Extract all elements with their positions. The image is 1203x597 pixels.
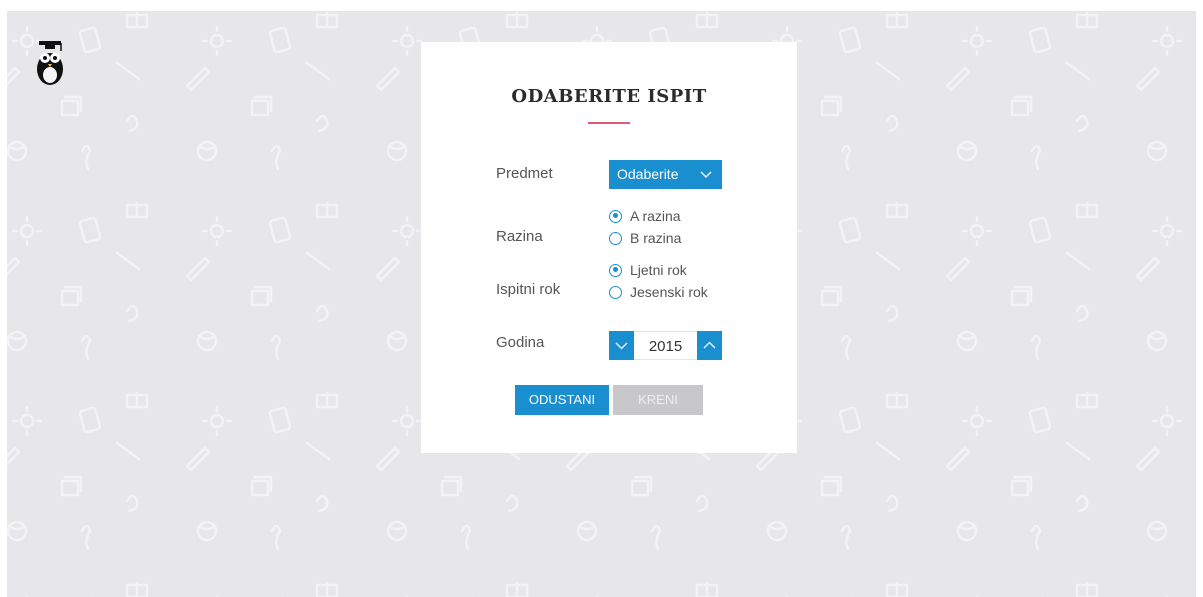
term-option-autumn[interactable]: Jesenski rok [609, 283, 708, 301]
radio-unchecked-icon [609, 285, 622, 299]
level-option-b[interactable]: B razina [609, 229, 681, 247]
year-increment-button[interactable] [697, 331, 722, 360]
year-decrement-button[interactable] [609, 331, 634, 360]
year-stepper: 2015 [609, 331, 722, 360]
start-button[interactable]: KRENI [613, 385, 703, 415]
radio-unchecked-icon [609, 231, 622, 245]
owl-logo-icon[interactable] [35, 41, 65, 87]
level-label: Razina [496, 228, 543, 245]
radio-checked-icon [609, 209, 622, 223]
chevron-down-icon [700, 171, 712, 178]
subject-select-value: Odaberite [617, 166, 679, 182]
term-label: Ispitni rok [496, 281, 561, 298]
chevron-up-icon [703, 341, 716, 349]
term-option-summer[interactable]: Ljetni rok [609, 261, 687, 279]
subject-label: Predmet [496, 165, 553, 182]
subject-select[interactable]: Odaberite [609, 160, 722, 189]
term-option-summer-label: Ljetni rok [630, 262, 687, 278]
chevron-down-icon [615, 342, 628, 350]
level-option-b-label: B razina [630, 230, 682, 246]
dialog-title: ODABERITE ISPIT [511, 86, 707, 107]
radio-checked-icon [609, 263, 622, 277]
cancel-button[interactable]: ODUSTANI [515, 385, 609, 415]
level-option-a[interactable]: A razina [609, 207, 681, 225]
level-option-a-label: A razina [630, 208, 681, 224]
exam-selection-dialog: ODABERITE ISPIT Predmet Odaberite Razina… [421, 42, 797, 453]
year-value[interactable]: 2015 [634, 331, 697, 360]
year-label: Godina [496, 334, 545, 351]
page-background: ODABERITE ISPIT Predmet Odaberite Razina… [7, 11, 1196, 597]
term-option-autumn-label: Jesenski rok [630, 284, 708, 300]
title-underline [588, 122, 630, 124]
